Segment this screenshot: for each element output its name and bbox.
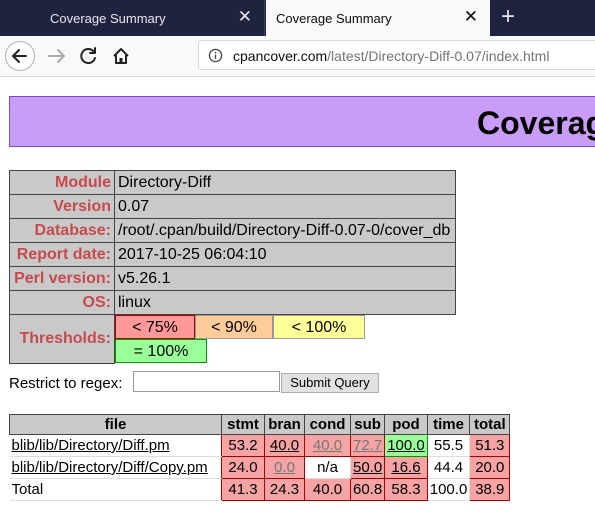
reload-button[interactable] bbox=[74, 41, 104, 71]
cell-cond: 40.0 bbox=[304, 478, 351, 501]
cell-cond: n/a bbox=[304, 456, 351, 479]
threshold-below-90: < 90% bbox=[195, 315, 273, 339]
cell-time: 100.0 bbox=[426, 478, 471, 501]
file-link-text[interactable]: blib/lib/Directory/Diff.pm bbox=[12, 437, 170, 454]
info-value: linux bbox=[114, 290, 456, 315]
file-link-text[interactable]: blib/lib/Directory/Diff/Copy.pm bbox=[12, 459, 208, 476]
info-table: Module Directory-Diff Version 0.07 Datab… bbox=[9, 170, 456, 364]
header-time: time bbox=[426, 414, 471, 435]
cell-total: 51.3 bbox=[469, 434, 511, 457]
info-key: OS: bbox=[9, 290, 115, 315]
threshold-equal-100: = 100% bbox=[115, 339, 207, 363]
info-value: /root/.cpan/build/Directory-Diff-0.07-0/… bbox=[114, 218, 456, 243]
home-button[interactable] bbox=[106, 41, 136, 71]
regex-form: Restrict to regex: Submit Query bbox=[9, 371, 379, 393]
header-sub: sub bbox=[349, 414, 386, 435]
info-key: Version bbox=[9, 194, 115, 219]
info-key: Database: bbox=[9, 218, 115, 243]
info-key: Report date: bbox=[9, 242, 115, 267]
cell-time: 44.4 bbox=[426, 456, 471, 479]
regex-input[interactable] bbox=[133, 371, 280, 392]
back-arrow-icon bbox=[12, 49, 27, 63]
cell-bran: 24.3 bbox=[264, 478, 305, 501]
cell-pod-link[interactable]: 100.0 bbox=[384, 434, 428, 457]
info-row-os: OS: linux bbox=[9, 290, 456, 315]
total-label: Total bbox=[9, 478, 222, 501]
info-icon[interactable] bbox=[208, 48, 223, 63]
page-title: Coverage Summary bbox=[477, 105, 595, 141]
forward-arrow-icon bbox=[48, 49, 65, 63]
header-pod: pod bbox=[384, 414, 428, 435]
cell-stmt: 24.0 bbox=[221, 456, 265, 479]
cell-time: 55.5 bbox=[426, 434, 471, 457]
tab-coverage-summary-1[interactable]: Coverage Summary ✕ bbox=[40, 0, 265, 36]
header-total: total bbox=[469, 414, 511, 435]
close-icon[interactable]: ✕ bbox=[238, 7, 252, 27]
url-host: cpancover.com bbox=[233, 48, 328, 64]
table-row-total: Total 41.3 24.3 40.0 60.8 58.3 100.0 38.… bbox=[9, 478, 511, 501]
cell-pod-link[interactable]: 16.6 bbox=[384, 456, 428, 479]
info-key: Module bbox=[9, 170, 115, 195]
cell-total: 38.9 bbox=[469, 478, 511, 501]
tab-coverage-summary-2[interactable]: Coverage Summary ✕ bbox=[266, 0, 490, 36]
threshold-below-75: < 75% bbox=[115, 315, 195, 339]
back-button[interactable] bbox=[5, 41, 35, 71]
info-key: Perl version: bbox=[9, 266, 115, 291]
cell-bran-link[interactable]: 0.0 bbox=[264, 456, 305, 479]
info-value: v5.26.1 bbox=[114, 266, 456, 291]
coverage-table: file stmt bran cond sub pod time total b… bbox=[9, 414, 511, 501]
cell-stmt: 41.3 bbox=[221, 478, 265, 501]
file-link[interactable]: blib/lib/Directory/Diff/Copy.pm bbox=[9, 456, 222, 479]
info-row-perl-version: Perl version: v5.26.1 bbox=[9, 266, 456, 291]
threshold-below-100: < 100% bbox=[273, 315, 365, 339]
cell-bran-link[interactable]: 40.0 bbox=[264, 434, 305, 457]
info-value: 0.07 bbox=[114, 194, 456, 219]
home-icon bbox=[113, 48, 129, 64]
tab-bar: Coverage Summary ✕ Coverage Summary ✕ + bbox=[0, 0, 595, 36]
table-row: blib/lib/Directory/Diff/Copy.pm 24.0 0.0… bbox=[9, 456, 511, 479]
info-value: Directory-Diff bbox=[114, 170, 456, 195]
header-file: file bbox=[9, 414, 222, 435]
cell-total: 20.0 bbox=[469, 456, 511, 479]
submit-query-button[interactable]: Submit Query bbox=[281, 373, 379, 393]
cell-cond-link[interactable]: 40.0 bbox=[304, 434, 351, 457]
info-row-report-date: Report date: 2017-10-25 06:04:10 bbox=[9, 242, 456, 267]
url-text[interactable]: cpancover.com/latest/Directory-Diff-0.07… bbox=[233, 48, 549, 64]
url-bar[interactable]: cpancover.com/latest/Directory-Diff-0.07… bbox=[198, 40, 595, 70]
cell-sub-link[interactable]: 50.0 bbox=[349, 456, 386, 479]
tab-title: Coverage Summary bbox=[276, 11, 392, 26]
url-path: /latest/Directory-Diff-0.07/index.html bbox=[327, 48, 550, 64]
page-content: Coverage Summary Module Directory-Diff V… bbox=[0, 77, 595, 518]
page-banner: Coverage Summary bbox=[9, 96, 595, 147]
header-cond: cond bbox=[304, 414, 351, 435]
info-row-thresholds: Thresholds: < 75% < 90% < 100% = 100% bbox=[9, 314, 456, 364]
close-icon[interactable]: ✕ bbox=[464, 7, 478, 27]
cell-sub-link[interactable]: 72.7 bbox=[349, 434, 386, 457]
new-tab-plus-icon[interactable]: + bbox=[494, 3, 522, 31]
info-value: 2017-10-25 06:04:10 bbox=[114, 242, 456, 267]
header-bran: bran bbox=[264, 414, 305, 435]
coverage-header-row: file stmt bran cond sub pod time total bbox=[9, 414, 511, 435]
info-row-database: Database: /root/.cpan/build/Directory-Di… bbox=[9, 218, 456, 243]
info-row-version: Version 0.07 bbox=[9, 194, 456, 219]
file-link[interactable]: blib/lib/Directory/Diff.pm bbox=[9, 434, 222, 457]
info-row-module: Module Directory-Diff bbox=[9, 170, 456, 195]
tab-title: Coverage Summary bbox=[50, 11, 166, 26]
reload-icon bbox=[80, 47, 96, 65]
cell-stmt: 53.2 bbox=[221, 434, 265, 457]
header-stmt: stmt bbox=[221, 414, 265, 435]
cell-pod: 58.3 bbox=[384, 478, 428, 501]
nav-bar: cpancover.com/latest/Directory-Diff-0.07… bbox=[0, 36, 595, 77]
regex-label: Restrict to regex: bbox=[9, 375, 123, 392]
table-row: blib/lib/Directory/Diff.pm 53.2 40.0 40.… bbox=[9, 434, 511, 457]
info-key: Thresholds: bbox=[9, 314, 115, 364]
thresholds-cell: < 75% < 90% < 100% = 100% bbox=[114, 314, 456, 363]
forward-button[interactable] bbox=[42, 41, 72, 71]
cell-sub: 60.8 bbox=[349, 478, 386, 501]
